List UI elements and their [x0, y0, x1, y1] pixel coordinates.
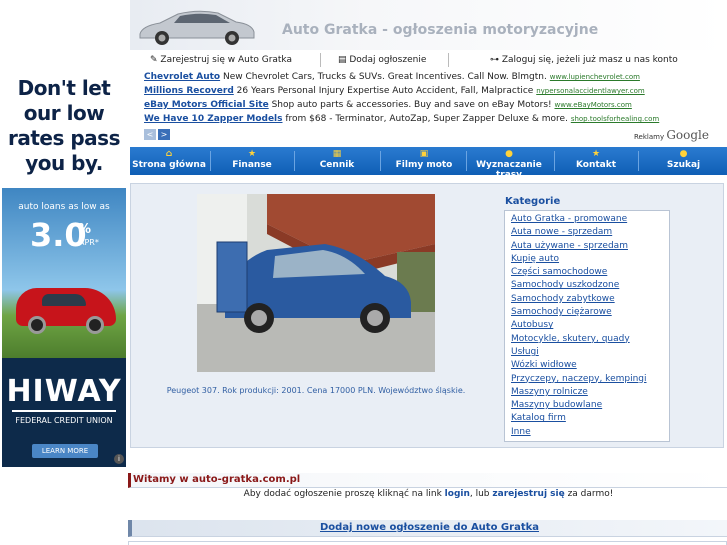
- sponsored-link[interactable]: We Have 10 Zapper Models from $68 - Term…: [144, 114, 727, 128]
- car-logo-icon: [139, 10, 255, 45]
- add-listing-link[interactable]: ▤ Dodaj ogłoszenie: [338, 55, 426, 65]
- search-icon: ●: [679, 149, 688, 159]
- side-ad-banner[interactable]: Don't let our low rates pass you by. aut…: [2, 0, 126, 467]
- login-link[interactable]: ⊶ Zaloguj się, jeżeli już masz u nas kon…: [490, 55, 678, 65]
- category-link[interactable]: Auta używane - sprzedam: [511, 240, 663, 253]
- nav-search[interactable]: ● Szukaj: [640, 147, 727, 175]
- login-inline-link[interactable]: login: [445, 489, 470, 499]
- ad-brand: HIWAY: [6, 374, 122, 409]
- star-icon: ★: [591, 149, 601, 159]
- sponsored-links: Chevrolet Auto New Chevrolet Cars, Truck…: [144, 72, 727, 128]
- pencil-icon: ✎: [150, 55, 161, 65]
- categories-title: Kategorie: [505, 196, 561, 207]
- home-icon: ⌂: [165, 149, 173, 159]
- nav-home[interactable]: ⌂ Strona główna: [130, 147, 208, 175]
- add-document-icon: ▤: [338, 55, 350, 65]
- category-link[interactable]: Części samochodowe: [511, 266, 663, 279]
- featured-car-photo[interactable]: [197, 194, 435, 372]
- add-new-listing-bar: Dodaj nowe ogłoszenie do Auto Gratka: [128, 520, 727, 537]
- register-link[interactable]: ✎ Zarejestruj się w Auto Gratka: [150, 55, 292, 65]
- star-icon: ★: [247, 149, 257, 159]
- category-link[interactable]: Motocykle, skutery, quady: [511, 333, 663, 346]
- main-nav: ⌂ Strona główna ★ Finanse ▦ Cennik ▣ Filmy m…: [130, 147, 727, 180]
- register-inline-link[interactable]: zarejestruj się: [492, 489, 564, 499]
- nav-finance[interactable]: ★ Finanse: [212, 147, 292, 175]
- category-link[interactable]: Samochody uszkodzone: [511, 279, 663, 292]
- category-link[interactable]: Samochody zabytkowe: [511, 293, 663, 306]
- ad-pager: < >: [144, 129, 172, 140]
- site-header: Auto Gratka - ogłoszenia motoryzacyjne: [130, 0, 727, 50]
- ad-brand-block: HIWAY FEDERAL CREDIT UNION LEARN MORE i: [2, 358, 126, 467]
- category-link[interactable]: Wózki widłowe: [511, 359, 663, 372]
- bottom-panel-edge: [128, 541, 727, 545]
- category-link[interactable]: Autobusy: [511, 319, 663, 332]
- site-title: Auto Gratka - ogłoszenia motoryzacyjne: [282, 22, 599, 38]
- sponsored-link[interactable]: Chevrolet Auto New Chevrolet Cars, Truck…: [144, 72, 727, 86]
- ad-brand-sub: FEDERAL CREDIT UNION: [15, 416, 113, 425]
- film-icon: ▣: [419, 149, 429, 159]
- nav-contact[interactable]: ★ Kontakt: [556, 147, 636, 175]
- main-content: Peugeot 307. Rok produkcji: 2001. Cena 1…: [130, 183, 724, 448]
- welcome-text: Aby dodać ogłoszenie proszę kliknąć na l…: [243, 489, 614, 499]
- category-link[interactable]: Samochody ciężarowe: [511, 306, 663, 319]
- category-link[interactable]: Auto Gratka - promowane: [511, 213, 663, 226]
- ad-rate-unit: %: [78, 222, 92, 237]
- user-bar: ✎ Zarejestruj się w Auto Gratka ▤ Dodaj …: [130, 53, 727, 69]
- ad-rate-suffix: APR*: [79, 238, 99, 247]
- featured-caption: Peugeot 307. Rok produkcji: 2001. Cena 1…: [166, 386, 466, 395]
- ad-learn-more-button[interactable]: LEARN MORE: [32, 444, 98, 458]
- divider: [320, 53, 321, 67]
- category-link[interactable]: Przyczepy, naczepy, kempingi: [511, 373, 663, 386]
- category-link[interactable]: Katalog firm: [511, 412, 663, 425]
- route-icon: ●: [505, 149, 513, 159]
- next-arrow-icon[interactable]: >: [158, 129, 170, 140]
- category-link[interactable]: Maszyny budowlane: [511, 399, 663, 412]
- divider: [448, 53, 449, 67]
- nav-films[interactable]: ▣ Filmy moto: [382, 147, 466, 175]
- category-link[interactable]: Inne: [511, 426, 663, 439]
- ad-divider: [12, 410, 116, 412]
- ad-car-image: auto loans as low as 3.0 % APR*: [2, 188, 126, 358]
- prev-arrow-icon[interactable]: <: [144, 129, 156, 140]
- ad-headline: Don't let our low rates pass you by.: [2, 0, 126, 188]
- sponsored-link[interactable]: eBay Motors Official Site Shop auto part…: [144, 100, 727, 114]
- category-link[interactable]: Usługi: [511, 346, 663, 359]
- red-car-icon: [16, 288, 116, 334]
- category-link[interactable]: Auta nowe - sprzedam: [511, 226, 663, 239]
- nav-prices[interactable]: ▦ Cennik: [296, 147, 378, 175]
- price-icon: ▦: [332, 149, 342, 159]
- category-link[interactable]: Maszyny rolnicze: [511, 386, 663, 399]
- add-new-listing-link[interactable]: Dodaj nowe ogłoszenie do Auto Gratka: [320, 522, 539, 533]
- sponsored-link[interactable]: Millions Recoverd 26 Years Personal Inju…: [144, 86, 727, 100]
- ad-info-icon[interactable]: i: [114, 454, 124, 464]
- ad-subline: auto loans as low as: [18, 202, 110, 212]
- category-link[interactable]: Kupię auto: [511, 253, 663, 266]
- categories-list: Auto Gratka - promowane Auta nowe - sprz…: [504, 210, 670, 442]
- ads-by-google[interactable]: Reklamy Google: [634, 128, 709, 142]
- welcome-header: Witamy w auto-gratka.com.pl: [128, 473, 727, 488]
- nav-route[interactable]: ● Wyznaczanie trasy: [464, 147, 554, 180]
- welcome-title: Witamy w auto-gratka.com.pl: [133, 474, 301, 485]
- key-icon: ⊶: [490, 55, 502, 65]
